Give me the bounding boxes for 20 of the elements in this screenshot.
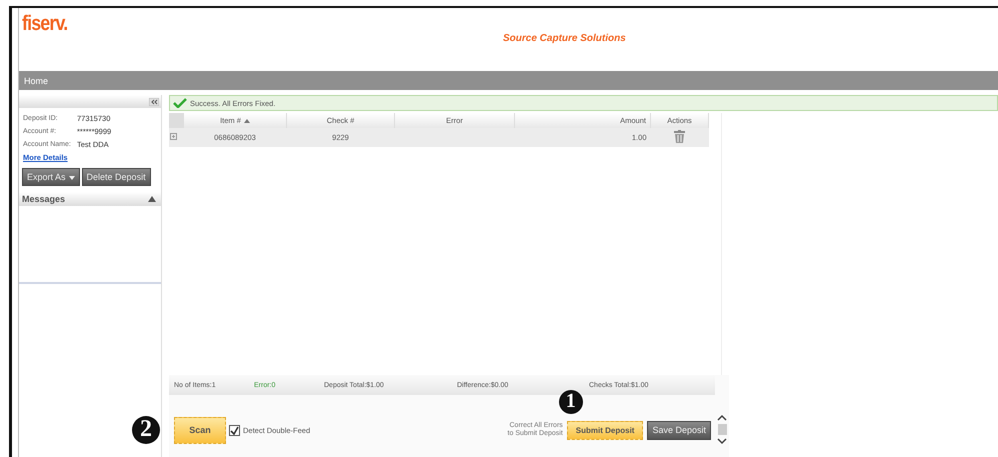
trash-icon[interactable] (674, 130, 685, 143)
messages-header[interactable]: Messages (19, 192, 161, 206)
sidebar-button[interactable]: Delete Deposit (82, 168, 151, 186)
scrollbar[interactable] (715, 375, 729, 457)
collapse-arrow-icon[interactable] (148, 196, 156, 202)
nav-tab[interactable]: Home (19, 76, 54, 86)
submit-deposit-button[interactable]: Submit Deposit (566, 420, 644, 440)
logo: fiserv. (22, 12, 68, 36)
app-title: Source Capture Solutions (503, 33, 626, 44)
collapse-icon[interactable] (149, 98, 159, 106)
scroll-up-icon[interactable] (717, 414, 727, 421)
scroll-down-icon[interactable] (717, 438, 727, 445)
checkbox[interactable] (229, 424, 240, 436)
scroll-thumb[interactable] (718, 424, 726, 435)
sidebar-button[interactable]: Export As (22, 168, 80, 186)
messages-title: Messages (22, 194, 66, 204)
callout-badge: 2 (132, 416, 160, 444)
save-deposit-button[interactable]: Save Deposit (647, 420, 711, 440)
checkmark-icon (173, 98, 187, 108)
scan-button[interactable]: Scan (174, 416, 226, 444)
